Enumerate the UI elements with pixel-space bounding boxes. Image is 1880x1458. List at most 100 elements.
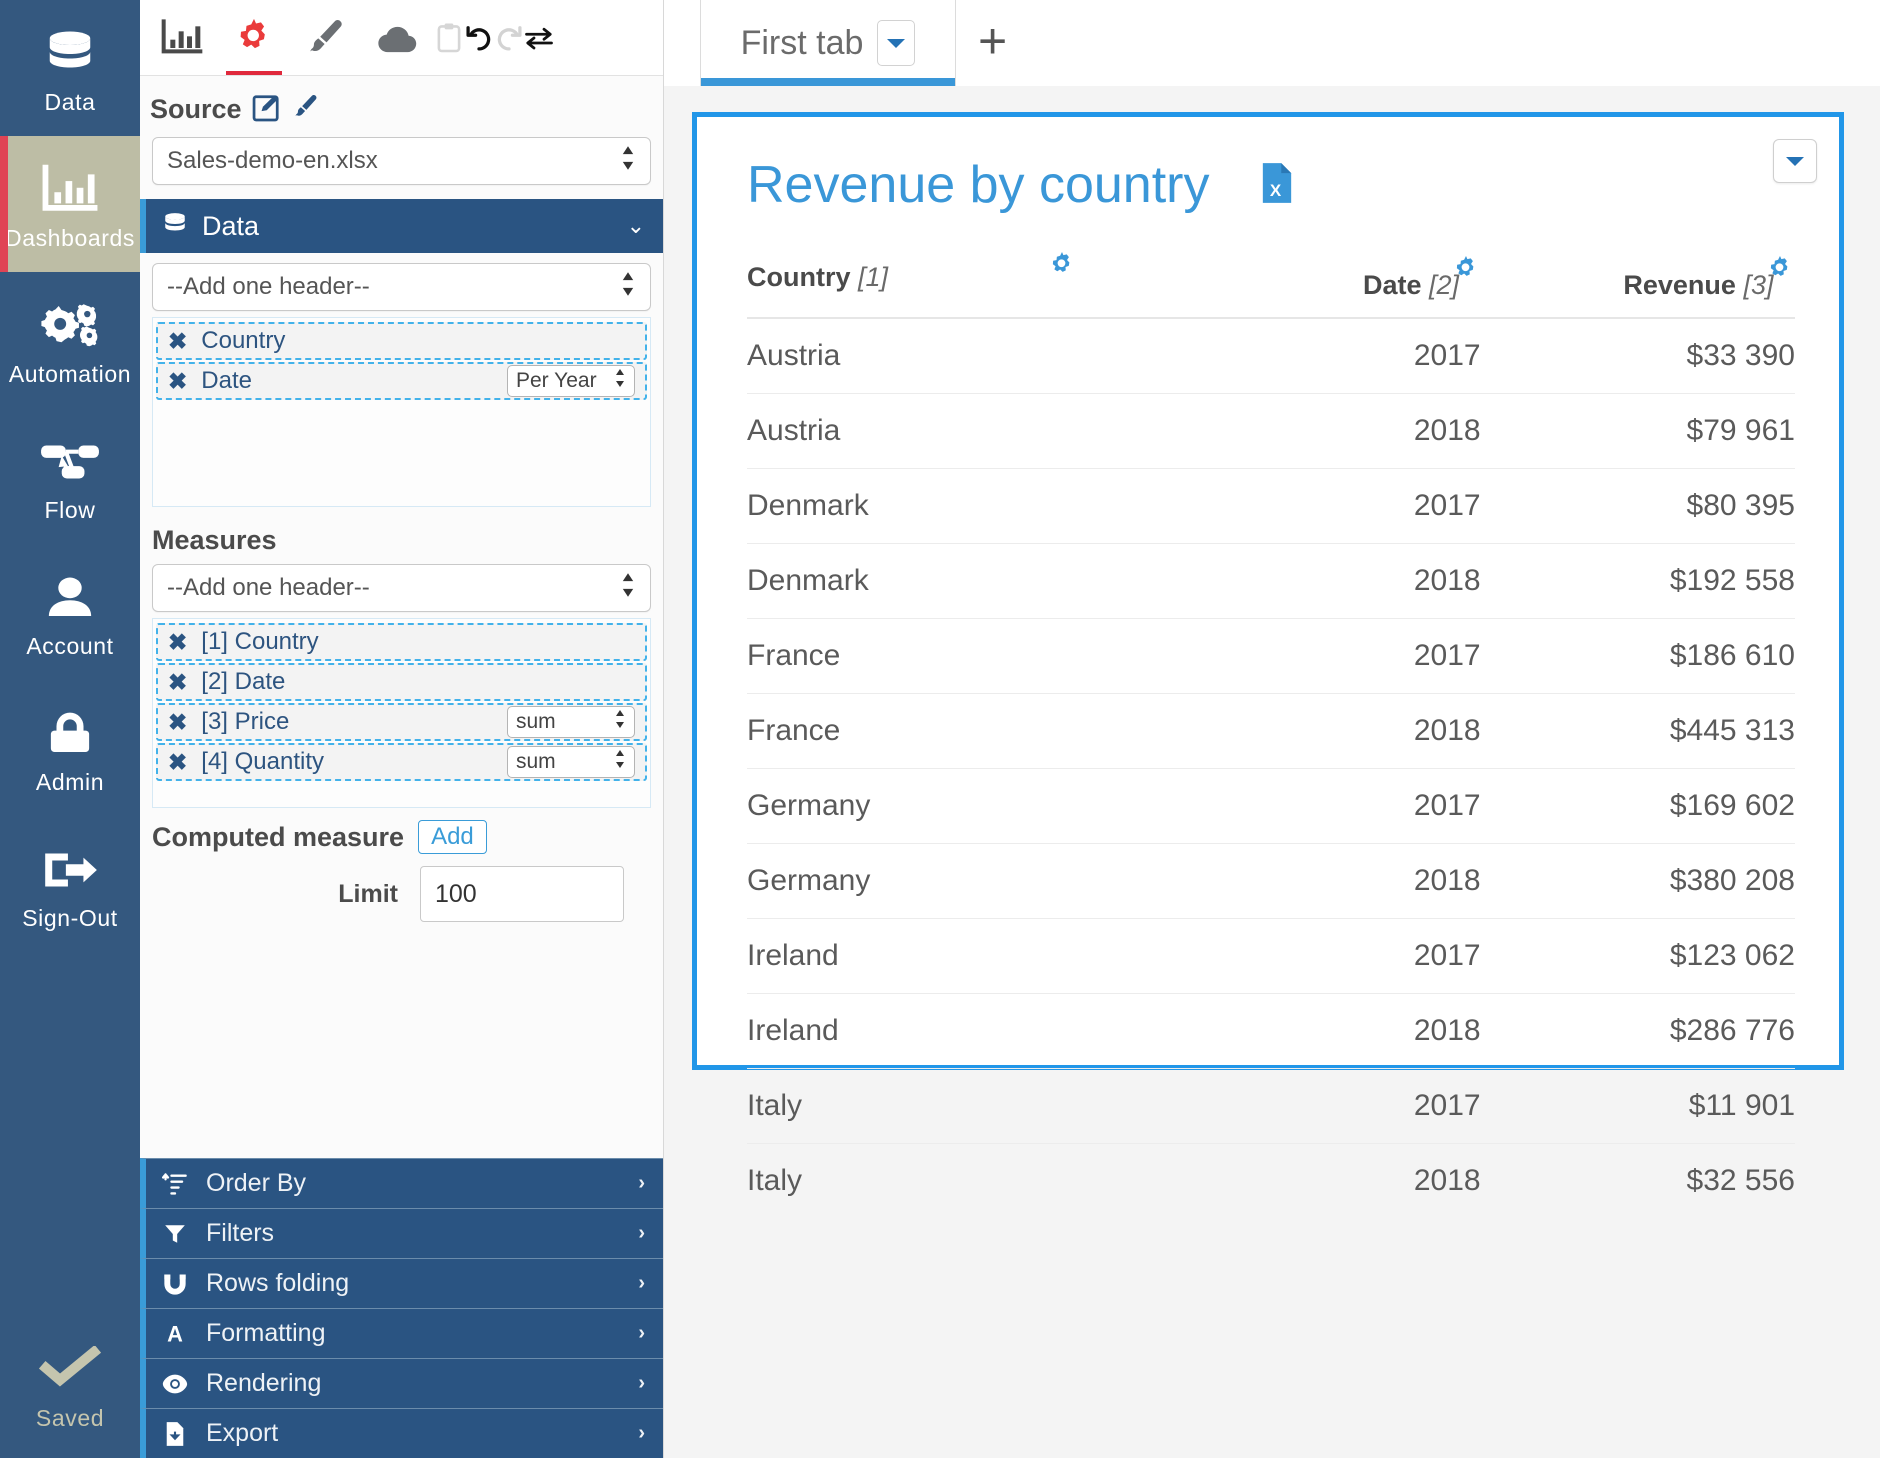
tab-clipboard[interactable] (434, 1, 464, 75)
sidebar-item-label: Flow (44, 496, 96, 523)
table-row[interactable]: Germany 2018 $380 208 (747, 843, 1795, 920)
accordion-rendering[interactable]: Rendering › (140, 1358, 663, 1408)
table-row[interactable]: Italy 2017 $11 901 (747, 1068, 1795, 1145)
accordion-rows-folding[interactable]: Rows folding › (140, 1258, 663, 1308)
measure-chip-date[interactable]: ✖ [2] Date (156, 663, 647, 701)
tab-chart[interactable] (146, 1, 218, 75)
cell-country: Denmark (747, 543, 1167, 620)
tab-undo[interactable] (464, 1, 494, 75)
tab-settings[interactable] (218, 1, 290, 75)
sidebar-item-admin[interactable]: Admin (0, 680, 140, 816)
accordion-order-by[interactable]: Order By › (140, 1158, 663, 1208)
chip-label: Date (201, 367, 252, 394)
edit-square-icon[interactable] (252, 92, 282, 127)
cell-country: Italy (747, 1164, 803, 1198)
sort-icon (160, 1171, 190, 1197)
data-chip-list[interactable]: ✖ Country ✖ Date Per Year (152, 317, 651, 507)
accordion-label: Formatting (206, 1319, 326, 1347)
excel-file-icon[interactable]: X (1260, 161, 1294, 210)
paintbrush-icon (310, 19, 342, 52)
widget-menu-button[interactable] (1773, 139, 1817, 183)
accordion-label: Rows folding (206, 1269, 350, 1297)
table-row[interactable]: France 2017 $186 610 (747, 618, 1795, 695)
cell-date: 2018 (1166, 393, 1481, 470)
table-row[interactable]: Ireland 2017 $123 062 (747, 918, 1795, 995)
data-chip-date[interactable]: ✖ Date Per Year (156, 362, 647, 400)
remove-icon[interactable]: ✖ (168, 709, 187, 736)
table-head: Country [1] Date [2] Revenue [3] (747, 244, 1795, 320)
database-icon (43, 23, 97, 85)
undo-icon (466, 25, 491, 51)
user-icon (43, 567, 97, 629)
gear-icon[interactable] (1451, 254, 1481, 291)
accordion-filters[interactable]: Filters › (140, 1208, 663, 1258)
sidebar-item-dashboards[interactable]: Dashboards (0, 136, 140, 272)
tab-cloud[interactable] (362, 1, 434, 75)
gear-icon[interactable] (1765, 254, 1795, 291)
limit-input[interactable] (420, 866, 624, 922)
remove-icon[interactable]: ✖ (168, 328, 187, 355)
measure-chip-price[interactable]: ✖ [3] Price sum (156, 703, 647, 741)
tab-redo[interactable] (494, 1, 524, 75)
gear-icon[interactable] (1047, 250, 1077, 287)
accordion-export[interactable]: Export › (140, 1408, 663, 1458)
sidebar-item-account[interactable]: Account (0, 544, 140, 680)
date-granularity-select[interactable]: Per Year (507, 365, 635, 397)
measures-chip-list[interactable]: ✖ [1] Country ✖ [2] Date ✖ [3] Price sum (152, 618, 651, 808)
tab-first-tab[interactable]: First tab (700, 0, 956, 86)
remove-icon[interactable]: ✖ (168, 368, 187, 395)
remove-icon[interactable]: ✖ (168, 629, 187, 656)
cell-revenue: $186 610 (1480, 618, 1795, 695)
sidebar-item-label: Dashboards (4, 224, 136, 251)
source-select[interactable]: Sales-demo-en.xlsx (152, 137, 651, 185)
table-row[interactable]: France 2018 $445 313 (747, 693, 1795, 770)
remove-icon[interactable]: ✖ (168, 669, 187, 696)
panel-content: Source Sales-demo-en.xlsx Data ⌄ --Add o… (140, 76, 663, 1458)
add-tab-button[interactable]: + (978, 16, 1007, 66)
sidebar-item-sign-out[interactable]: Sign-Out (0, 816, 140, 952)
measure-chip-quantity[interactable]: ✖ [4] Quantity sum (156, 743, 647, 781)
source-label: Source (150, 94, 242, 124)
column-header-revenue[interactable]: Revenue [3] (1480, 244, 1795, 320)
table-row[interactable]: Ireland 2018 $286 776 (747, 993, 1795, 1070)
measures-add-header-select[interactable]: --Add one header-- (152, 564, 651, 612)
sidebar-item-automation[interactable]: Automation (0, 272, 140, 408)
clipboard-icon (437, 23, 461, 52)
data-chip-country[interactable]: ✖ Country (156, 322, 647, 360)
tab-menu-button[interactable] (877, 20, 916, 66)
cell-date: 2017 (1166, 618, 1481, 695)
data-add-header-select[interactable]: --Add one header-- (152, 263, 651, 311)
price-aggregate-select[interactable]: sum (507, 706, 635, 738)
table-row[interactable]: Germany 2017 $169 602 (747, 768, 1795, 845)
quantity-aggregate-select[interactable]: sum (507, 746, 635, 778)
paintbrush-icon[interactable] (292, 93, 320, 126)
chip-label: Country (201, 327, 286, 354)
measure-chip-country[interactable]: ✖ [1] Country (156, 623, 647, 661)
cell-revenue: $286 776 (1480, 993, 1795, 1070)
cell-date: 2018 (1166, 993, 1481, 1070)
table-row[interactable]: Austria 2018 $79 961 (747, 393, 1795, 470)
rail-spacer (0, 952, 140, 1308)
sidebar-item-data[interactable]: Data (0, 0, 140, 136)
add-computed-measure-button[interactable]: Add (418, 820, 487, 854)
table-row[interactable]: Italy 2018 $32 556 (747, 1144, 1795, 1219)
spinner-icon (614, 368, 626, 394)
price-aggregate-value: sum (516, 710, 556, 733)
table-row[interactable]: Denmark 2017 $80 395 (747, 468, 1795, 545)
data-section-header[interactable]: Data ⌄ (140, 199, 663, 253)
remove-icon[interactable]: ✖ (168, 749, 187, 776)
cell-country: Austria (747, 393, 1167, 470)
dashboard-tabbar: First tab + (664, 0, 1880, 86)
sign-out-icon (39, 839, 101, 901)
sidebar-item-flow[interactable]: Flow (0, 408, 140, 544)
table-row[interactable]: Denmark 2018 $192 558 (747, 543, 1795, 620)
tab-style[interactable] (290, 1, 362, 75)
main-content: First tab + Revenue by country X Country… (664, 0, 1880, 1458)
computed-measure-row: Computed measure Add (140, 808, 663, 854)
column-header-country[interactable]: Country [1] (747, 244, 1167, 320)
flow-icon (39, 431, 101, 493)
accordion-formatting[interactable]: A Formatting › (140, 1308, 663, 1358)
table-row[interactable]: Austria 2017 $33 390 (747, 318, 1795, 395)
tab-swap[interactable] (524, 1, 554, 75)
column-header-date[interactable]: Date [2] (1166, 244, 1481, 320)
